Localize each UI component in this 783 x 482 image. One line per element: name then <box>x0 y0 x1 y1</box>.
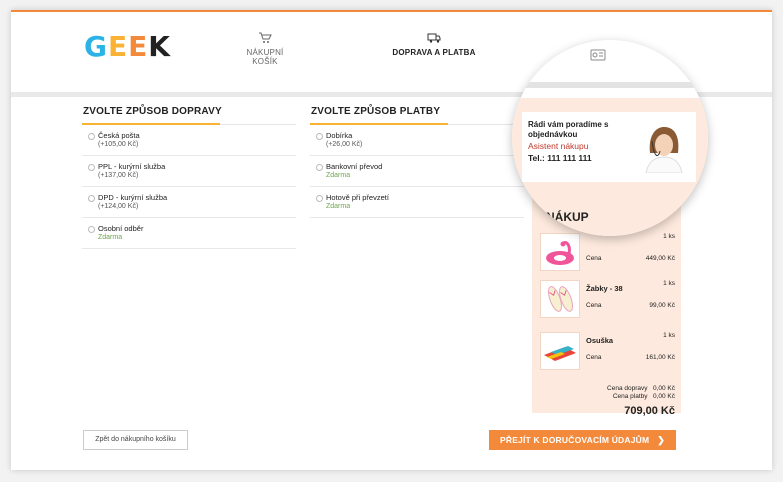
assistant-role: Asistent nákupu <box>528 141 589 151</box>
option-price: (+26,00 Kč) <box>326 141 363 148</box>
item-qty: 1 ks <box>663 280 675 287</box>
step-cart[interactable]: NÁKUPNÍ KOŠÍK <box>233 32 297 66</box>
shipping-cost-row: Cena dopravy 0,00 Kč <box>607 385 675 392</box>
price-label: Cena <box>586 354 602 361</box>
logo-letter: K <box>148 30 171 63</box>
magnified-divider <box>512 82 708 88</box>
radio-button[interactable] <box>88 226 95 233</box>
cart-icon <box>259 32 272 43</box>
radio-button[interactable] <box>316 133 323 140</box>
option-name: PPL - kurýrní služba <box>98 162 166 171</box>
assistant-avatar <box>642 123 684 173</box>
logo-letter: E <box>128 30 149 63</box>
payment-cost-value: 0,00 Kč <box>652 393 675 400</box>
item-name: Osuška <box>586 336 614 345</box>
back-to-cart-button[interactable]: Zpět do nákupního košíku <box>83 430 188 450</box>
price-label: Cena <box>586 255 602 262</box>
shipping-section: ZVOLTE ZPŮSOB DOPRAVY Česká pošta (+105,… <box>82 104 296 249</box>
radio-button[interactable] <box>88 195 95 202</box>
summary-title: NÁKUP <box>546 210 589 224</box>
shipping-option[interactable]: Česká pošta (+105,00 Kč) <box>82 125 296 156</box>
product-thumbnail[interactable] <box>540 332 580 370</box>
payment-section: ZVOLTE ZPŮSOB PLATBY Dobírka (+26,00 Kč)… <box>310 104 524 218</box>
option-name: Osobní odběr <box>98 224 144 233</box>
payment-cost-label: Cena platby <box>612 393 648 400</box>
payment-option[interactable]: Bankovní převod Zdarma <box>310 156 524 187</box>
shipping-option[interactable]: Osobní odběr Zdarma <box>82 218 296 249</box>
item-qty: 1 ks <box>663 332 675 339</box>
shipping-cost-label: Cena dopravy <box>607 385 648 392</box>
summary-item[interactable]: 1 ks Cena 449,00 Kč <box>540 233 675 273</box>
flip-flops-icon <box>548 286 573 312</box>
option-name: DPD - kurýrní služba <box>98 193 168 202</box>
step-shipping-payment[interactable]: DOPRAVA A PLATBA <box>389 32 479 57</box>
payment-title: ZVOLTE ZPŮSOB PLATBY <box>311 106 441 117</box>
checkout-card: G E E K NÁKUPNÍ KOŠÍK DOPRAVA A PLATBA Z… <box>11 10 772 470</box>
item-price: 99,00 Kč <box>649 302 675 309</box>
magnifier-callout: Rádi vám poradíme s objednávkou Asistent… <box>512 40 708 236</box>
shipping-option[interactable]: DPD - kurýrní služba (+124,00 Kč) <box>82 187 296 218</box>
item-price: 449,00 Kč <box>645 255 675 262</box>
shipping-title: ZVOLTE ZPŮSOB DOPRAVY <box>83 106 222 117</box>
product-thumbnail[interactable] <box>540 233 580 271</box>
option-price: (+124,00 Kč) <box>98 203 139 210</box>
truck-icon <box>427 33 441 43</box>
continue-button[interactable]: PŘEJÍT K DORUČOVACÍM ÚDAJŮM ❯ <box>489 430 676 450</box>
payment-option[interactable]: Hotově při převzetí Zdarma <box>310 187 524 218</box>
item-name: Žabky - 38 <box>586 284 623 293</box>
towel-icon <box>544 346 576 361</box>
summary-item[interactable]: Žabky - 38 1 ks Cena 99,00 Kč <box>540 280 675 320</box>
id-card-icon <box>590 49 606 61</box>
option-name: Česká pošta <box>98 131 140 140</box>
logo[interactable]: G E E K <box>84 32 171 62</box>
assistant-phone[interactable]: Tel.: 111 111 111 <box>528 153 592 163</box>
logo-letter: G <box>84 30 108 63</box>
logo-letter: E <box>107 30 129 63</box>
step-label: NÁKUPNÍ KOŠÍK <box>246 48 284 66</box>
option-name: Hotově při převzetí <box>326 193 389 202</box>
option-name: Bankovní převod <box>326 162 383 171</box>
option-price: (+137,00 Kč) <box>98 172 139 179</box>
option-price: (+105,00 Kč) <box>98 141 139 148</box>
summary-item[interactable]: Osuška 1 ks Cena 161,00 Kč <box>540 332 675 372</box>
shipping-cost-value: 0,00 Kč <box>652 385 675 392</box>
radio-button[interactable] <box>88 164 95 171</box>
option-price: Zdarma <box>98 234 123 241</box>
radio-button[interactable] <box>316 164 323 171</box>
option-price: Zdarma <box>326 172 351 179</box>
payment-cost-row: Cena platby 0,00 Kč <box>613 393 675 400</box>
shipping-option[interactable]: PPL - kurýrní služba (+137,00 Kč) <box>82 156 296 187</box>
assistant-text: Rádi vám poradíme s objednávkou <box>528 120 609 139</box>
continue-button-label: PŘEJÍT K DORUČOVACÍM ÚDAJŮM <box>499 435 650 445</box>
chevron-right-icon: ❯ <box>657 435 666 445</box>
step-label: DOPRAVA A PLATBA <box>392 48 476 57</box>
radio-button[interactable] <box>316 195 323 202</box>
price-label: Cena <box>586 302 602 309</box>
option-name: Dobírka <box>326 131 353 140</box>
product-thumbnail[interactable] <box>540 280 580 318</box>
payment-option[interactable]: Dobírka (+26,00 Kč) <box>310 125 524 156</box>
total-price: 709,00 Kč <box>624 405 675 417</box>
option-price: Zdarma <box>326 203 351 210</box>
radio-button[interactable] <box>88 133 95 140</box>
flamingo-float-icon <box>546 241 574 265</box>
item-price: 161,00 Kč <box>645 354 675 361</box>
